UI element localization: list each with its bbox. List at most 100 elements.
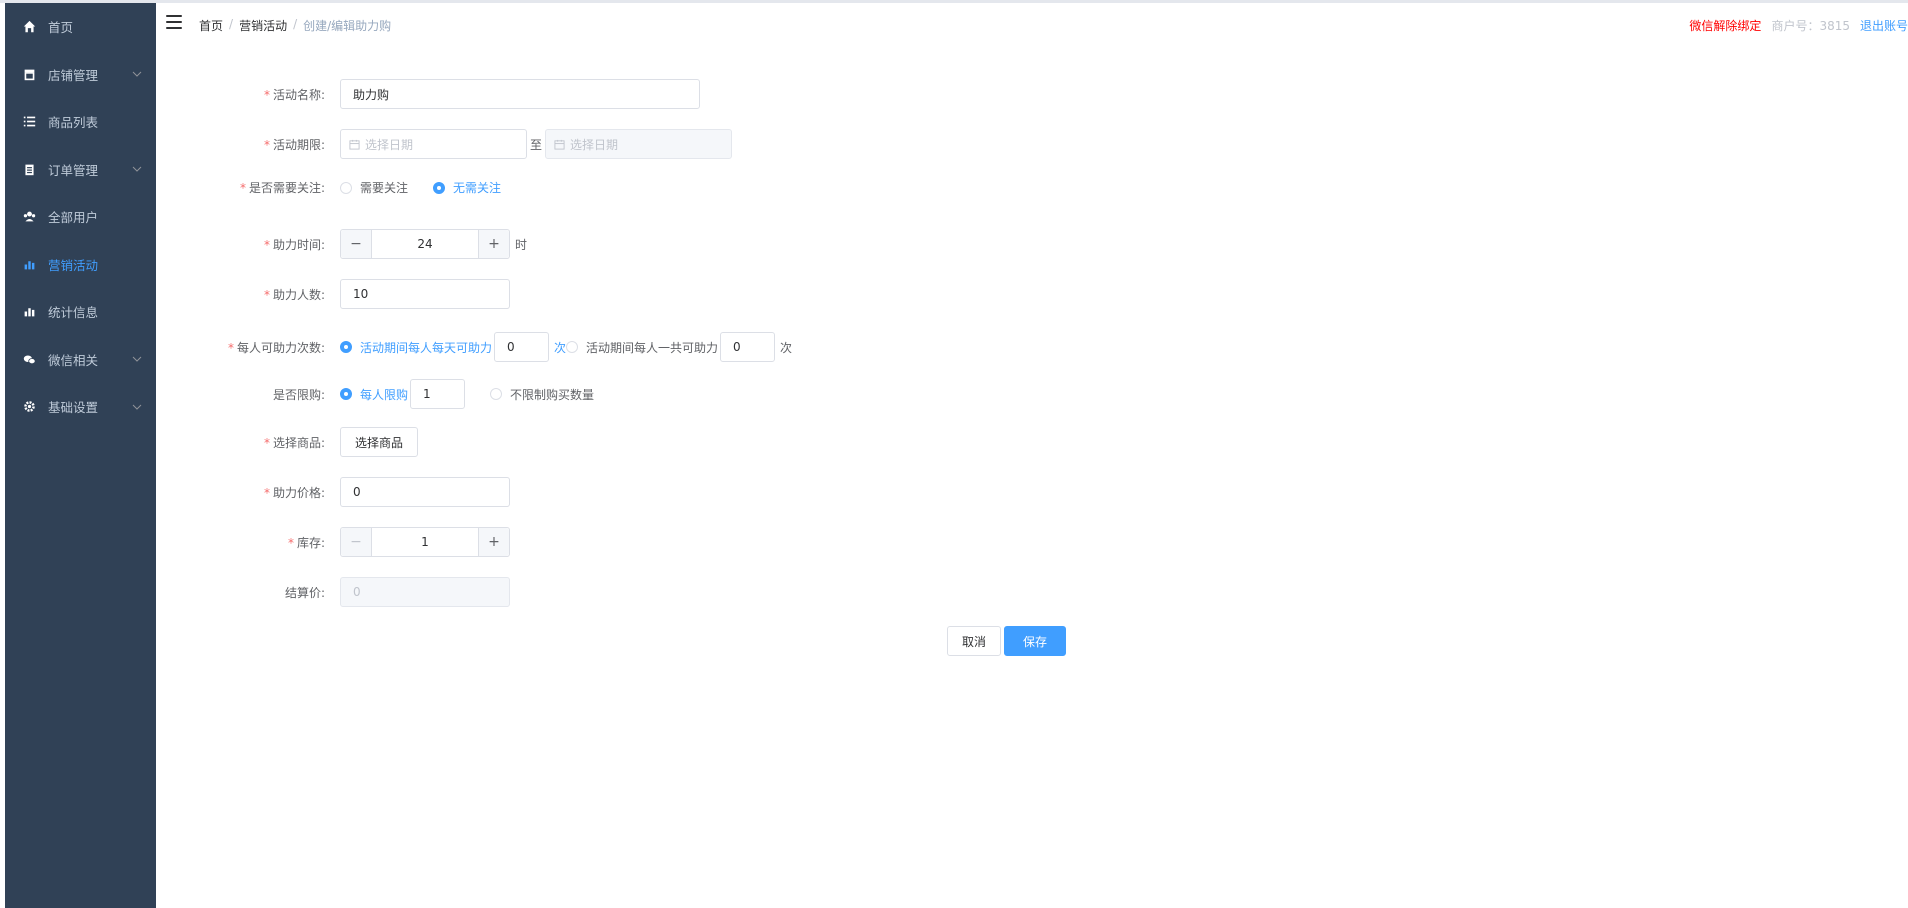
merchant-number: 商户号：3815 <box>1771 19 1850 33</box>
logout-link[interactable]: 退出账号 <box>1860 17 1908 34</box>
header-actions: 微信解除绑定 商户号：3815 退出账号 <box>1689 17 1908 34</box>
sidebar-item-label: 店铺管理 <box>48 67 99 83</box>
form-row-period: * 活动期限: 选择日期 至 选择日期 <box>156 129 733 159</box>
radio-limit-purchase[interactable]: 每人限购 <box>340 386 408 403</box>
radio-total-help[interactable]: 活动期间每人一共可助力 <box>566 339 718 356</box>
stock-stepper: − 1 + <box>340 527 510 557</box>
sidebar: 首页 店铺管理 商品列表 订单管理 全部用户 营销活动 统计信息 微信相关 基础… <box>5 3 156 908</box>
help-price-input[interactable]: 0 <box>340 477 510 507</box>
help-time-label: 助力时间: <box>272 237 325 252</box>
form-row-settle: 结算价: 0 <box>156 577 510 607</box>
settle-price-input: 0 <box>340 577 510 607</box>
decrement-button[interactable]: − <box>341 528 372 556</box>
select-product-button[interactable]: 选择商品 <box>340 427 419 457</box>
total-help-input[interactable]: 0 <box>720 332 776 362</box>
chevron-down-icon <box>132 404 142 410</box>
help-count-label: 助力人数: <box>272 287 325 302</box>
sidebar-item-products[interactable]: 商品列表 <box>5 98 156 146</box>
unbind-wechat-link[interactable]: 微信解除绑定 <box>1689 17 1761 34</box>
form-row-help-count: * 助力人数: 10 <box>156 279 510 309</box>
period-label: 活动期限: <box>272 137 325 152</box>
chevron-down-icon <box>132 356 142 362</box>
home-icon <box>22 20 36 34</box>
activity-name-input[interactable]: 助力购 <box>340 79 700 109</box>
help-time-stepper: − 24 + <box>340 229 510 259</box>
users-icon <box>22 210 36 224</box>
stock-label: 库存: <box>296 535 325 550</box>
sidebar-item-marketing[interactable]: 营销活动 <box>5 241 156 289</box>
header: 首页 / 营销活动 / 创建/编辑助力购 微信解除绑定 商户号：3815 退出账… <box>156 3 1908 45</box>
sidebar-item-label: 全部用户 <box>48 210 99 226</box>
help-time-unit: 时 <box>515 237 528 252</box>
product-label: 选择商品: <box>272 435 325 450</box>
daily-help-unit: 次 <box>554 340 567 355</box>
form-actions: 取消 保存 <box>947 626 1067 656</box>
chart-icon <box>22 257 36 271</box>
decrement-button[interactable]: − <box>341 230 372 258</box>
help-time-value[interactable]: 24 <box>372 230 478 258</box>
stats-icon <box>22 305 36 319</box>
form-row-help-times: * 每人可助力次数: 活动期间每人每天可助力 0 次 活动期间每人一共可助力 0 … <box>156 332 792 362</box>
breadcrumb: 首页 / 营销活动 / 创建/编辑助力购 <box>199 17 391 34</box>
sidebar-item-home[interactable]: 首页 <box>5 3 156 51</box>
radio-unlimited-purchase[interactable]: 不限制购买数量 <box>490 386 594 403</box>
name-label: 活动名称: <box>272 87 325 102</box>
total-help-unit: 次 <box>780 340 793 355</box>
form-row-price: * 助力价格: 0 <box>156 477 510 507</box>
sidebar-item-label: 统计信息 <box>48 305 99 321</box>
breadcrumb-marketing[interactable]: 营销活动 <box>239 17 287 34</box>
sidebar-item-label: 基础设置 <box>48 400 99 416</box>
increment-button[interactable]: + <box>478 528 509 556</box>
form-row-limit: 是否限购: 每人限购 1 不限制购买数量 <box>156 379 594 409</box>
start-date-placeholder: 选择日期 <box>365 137 414 152</box>
sidebar-item-label: 营销活动 <box>48 257 99 273</box>
daily-help-input[interactable]: 0 <box>494 332 550 362</box>
form-row-follow: * 是否需要关注: 需要关注 无需关注 <box>239 179 502 196</box>
radio-need-follow[interactable]: 需要关注 <box>340 179 408 196</box>
calendar-icon <box>554 139 565 150</box>
help-count-input[interactable]: 10 <box>340 279 510 309</box>
increment-button[interactable]: + <box>478 230 509 258</box>
hamburger-icon[interactable] <box>166 15 182 30</box>
breadcrumb-current: 创建/编辑助力购 <box>303 19 392 33</box>
stock-value[interactable]: 1 <box>372 528 478 556</box>
breadcrumb-separator: / <box>293 17 298 31</box>
sidebar-item-label: 微信相关 <box>48 352 99 368</box>
price-label: 助力价格: <box>272 485 325 500</box>
sidebar-item-users[interactable]: 全部用户 <box>5 193 156 241</box>
form-row-stock: * 库存: − 1 + <box>156 527 510 557</box>
sidebar-item-stats[interactable]: 统计信息 <box>5 288 156 336</box>
start-date-picker[interactable]: 选择日期 <box>340 129 527 159</box>
store-icon <box>22 67 36 81</box>
sidebar-item-label: 首页 <box>48 20 74 36</box>
wechat-icon <box>22 352 36 366</box>
sidebar-item-label: 商品列表 <box>48 115 99 131</box>
end-date-placeholder: 选择日期 <box>570 137 619 152</box>
radio-daily-help[interactable]: 活动期间每人每天可助力 <box>340 339 492 356</box>
help-times-label: 每人可助力次数: <box>236 340 325 355</box>
form-row-help-time: * 助力时间: − 24 + 时 <box>156 229 527 259</box>
form-row-name: * 活动名称: 助力购 <box>156 79 700 109</box>
breadcrumb-separator: / <box>229 17 234 31</box>
sidebar-item-wechat[interactable]: 微信相关 <box>5 336 156 384</box>
settle-label: 结算价: <box>284 585 325 600</box>
sidebar-item-orders[interactable]: 订单管理 <box>5 146 156 194</box>
limit-label: 是否限购: <box>272 387 325 402</box>
chevron-down-icon <box>132 71 142 77</box>
form-row-product: * 选择商品: 选择商品 <box>156 427 419 457</box>
limit-quantity-input[interactable]: 1 <box>410 379 466 409</box>
list-icon <box>22 115 36 129</box>
follow-label: 是否需要关注: <box>248 181 325 195</box>
cancel-button[interactable]: 取消 <box>947 626 1002 656</box>
end-date-picker[interactable]: 选择日期 <box>545 129 733 159</box>
clipboard-icon <box>22 162 36 176</box>
save-button[interactable]: 保存 <box>1004 626 1067 656</box>
sidebar-item-settings[interactable]: 基础设置 <box>5 383 156 431</box>
radio-no-follow[interactable]: 无需关注 <box>433 179 501 196</box>
sidebar-item-label: 订单管理 <box>48 162 99 178</box>
chevron-down-icon <box>132 166 142 172</box>
sidebar-item-store[interactable]: 店铺管理 <box>5 51 156 99</box>
breadcrumb-home[interactable]: 首页 <box>199 17 223 34</box>
date-range-separator: 至 <box>530 137 543 152</box>
gear-icon <box>22 400 36 414</box>
